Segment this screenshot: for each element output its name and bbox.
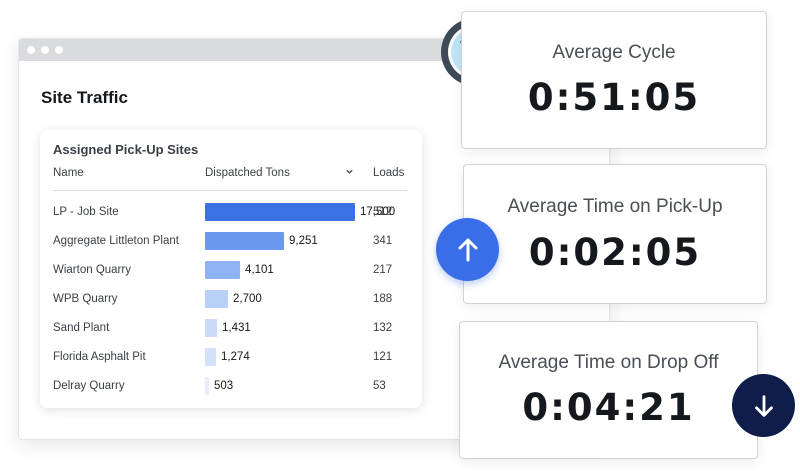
metric-label: Average Time on Drop Off [498, 352, 719, 373]
metric-value: 0:51:05 [527, 76, 701, 119]
metric-card-time-on-drop-off: Average Time on Drop Off 0:04:21 [459, 321, 758, 459]
tons-value: 2,700 [233, 293, 262, 305]
window-control-dot[interactable] [55, 46, 63, 54]
site-name: Aggregate Littleton Plant [53, 235, 179, 247]
table-row[interactable]: Wiarton Quarry 4,101 217 [40, 261, 422, 281]
metric-card-average-cycle: Average Cycle 0:51:05 [461, 11, 767, 149]
site-name: Sand Plant [53, 322, 110, 334]
table-row[interactable]: LP - Job Site 17,500 512 [40, 203, 422, 223]
site-name: Florida Asphalt Pit [53, 351, 146, 363]
column-header-loads[interactable]: Loads [373, 167, 404, 179]
metric-value: 0:04:21 [522, 386, 695, 429]
table-row[interactable]: Delray Quarry 503 53 [40, 377, 422, 397]
metric-label: Average Cycle [552, 42, 676, 63]
tons-bar [205, 319, 217, 337]
tons-bar [205, 203, 355, 221]
card-title: Assigned Pick-Up Sites [53, 142, 199, 157]
pickup-sites-card: Assigned Pick-Up Sites Name Dispatched T… [40, 130, 422, 408]
arrow-down-icon [732, 374, 795, 437]
tons-value: 9,251 [289, 235, 318, 247]
loads-value: 341 [373, 235, 393, 247]
site-name: Delray Quarry [53, 380, 125, 392]
tons-bar [205, 377, 209, 395]
tons-bar [205, 261, 240, 279]
loads-value: 188 [373, 293, 393, 305]
table-row[interactable]: Florida Asphalt Pit 1,274 121 [40, 348, 422, 368]
page-title: Site Traffic [41, 88, 128, 107]
tons-value: 1,274 [221, 351, 250, 363]
table-row[interactable]: Sand Plant 1,431 132 [40, 319, 422, 339]
window-control-dot[interactable] [41, 46, 49, 54]
chevron-down-icon[interactable] [345, 167, 354, 179]
tons-value: 1,431 [222, 322, 251, 334]
tons-value: 4,101 [245, 264, 274, 276]
metric-value: 0:02:05 [528, 231, 702, 274]
header-divider [53, 190, 407, 191]
tons-bar [205, 348, 216, 366]
window-control-dot[interactable] [27, 46, 35, 54]
arrow-up-icon [436, 218, 499, 281]
site-name: LP - Job Site [53, 206, 119, 218]
site-name: Wiarton Quarry [53, 264, 131, 276]
metric-label: Average Time on Pick-Up [507, 196, 723, 217]
loads-value: 121 [373, 351, 393, 363]
column-header-name[interactable]: Name [53, 167, 84, 179]
loads-value: 512 [373, 206, 393, 218]
tons-bar [205, 290, 228, 308]
column-header-dispatched-tons[interactable]: Dispatched Tons [205, 167, 290, 179]
loads-value: 132 [373, 322, 393, 334]
loads-value: 217 [373, 264, 393, 276]
tons-value: 503 [214, 380, 234, 392]
metric-card-time-on-pickup: Average Time on Pick-Up 0:02:05 [463, 164, 767, 304]
table-row[interactable]: WPB Quarry 2,700 188 [40, 290, 422, 310]
loads-value: 53 [373, 380, 386, 392]
tons-bar [205, 232, 284, 250]
table-row[interactable]: Aggregate Littleton Plant 9,251 341 [40, 232, 422, 252]
site-name: WPB Quarry [53, 293, 118, 305]
